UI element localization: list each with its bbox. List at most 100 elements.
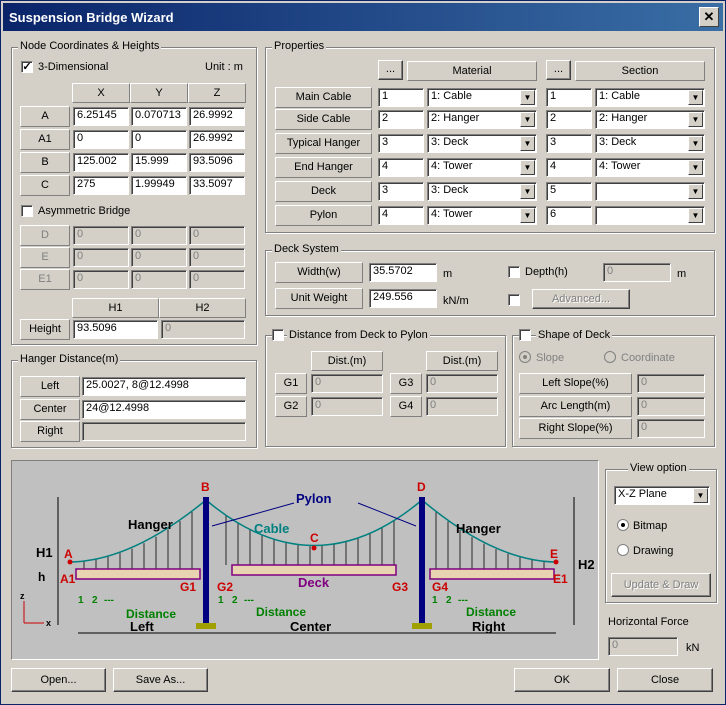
- section-browse-button[interactable]: ...: [546, 60, 571, 80]
- section-select[interactable]: 1: Cable ▼: [595, 88, 705, 107]
- hanger-left-field[interactable]: 25.0027, 8@12.4998: [82, 377, 246, 396]
- d-z-field[interactable]: 0: [189, 226, 245, 245]
- material-number-field[interactable]: 4: [378, 206, 424, 225]
- c-z-field[interactable]: 33.5097: [189, 176, 245, 195]
- asymmetric-checkbox[interactable]: [21, 205, 33, 217]
- e1-z-field[interactable]: 0: [189, 270, 245, 289]
- section-number-field[interactable]: 3: [546, 134, 592, 153]
- g2-field[interactable]: 0: [311, 397, 383, 416]
- chevron-down-icon[interactable]: ▼: [688, 136, 703, 151]
- a1-x-field[interactable]: 0: [73, 130, 129, 149]
- b-z-field[interactable]: 93.5096: [189, 153, 245, 172]
- d-x-field[interactable]: 0: [73, 226, 129, 245]
- section-select[interactable]: ▼: [595, 206, 705, 225]
- g3-field[interactable]: 0: [426, 374, 498, 393]
- section-number-field[interactable]: 2: [546, 110, 592, 129]
- e1-y-field[interactable]: 0: [131, 270, 187, 289]
- close-button[interactable]: Close: [617, 668, 713, 692]
- material-select[interactable]: 3: Deck ▼: [427, 134, 537, 153]
- a-x-field[interactable]: 6.25145: [73, 107, 129, 126]
- right-slope-field[interactable]: 0: [637, 419, 705, 438]
- e-y-field[interactable]: 0: [131, 248, 187, 267]
- width-field[interactable]: 35.5702: [369, 263, 437, 282]
- section-select[interactable]: 4: Tower ▼: [595, 158, 705, 177]
- g4-field[interactable]: 0: [426, 397, 498, 416]
- material-value: 3: Deck: [431, 136, 469, 148]
- shape-checkbox[interactable]: [519, 329, 531, 341]
- save-as-button[interactable]: Save As...: [113, 668, 208, 692]
- chevron-down-icon[interactable]: ▼: [520, 90, 535, 105]
- chevron-down-icon[interactable]: ▼: [693, 488, 708, 503]
- b-y-field[interactable]: 15.999: [131, 153, 187, 172]
- material-select[interactable]: 1: Cable ▼: [427, 88, 537, 107]
- left-slope-field[interactable]: 0: [637, 374, 705, 393]
- h1-field[interactable]: 93.5096: [73, 320, 158, 339]
- label-right-2: 2: [446, 595, 452, 606]
- chevron-down-icon[interactable]: ▼: [688, 90, 703, 105]
- chevron-down-icon[interactable]: ▼: [520, 208, 535, 223]
- material-select[interactable]: 4: Tower ▼: [427, 206, 537, 225]
- distance-checkbox[interactable]: [272, 329, 284, 341]
- c-y-field[interactable]: 1.99949: [131, 176, 187, 195]
- section-select[interactable]: 2: Hanger ▼: [595, 110, 705, 129]
- arc-length-field[interactable]: 0: [637, 397, 705, 416]
- e1-x-field[interactable]: 0: [73, 270, 129, 289]
- b-x-field[interactable]: 125.002: [73, 153, 129, 172]
- section-number-field[interactable]: 4: [546, 158, 592, 177]
- material-number-field[interactable]: 4: [378, 158, 424, 177]
- chevron-down-icon[interactable]: ▼: [688, 184, 703, 199]
- section-select[interactable]: 3: Deck ▼: [595, 134, 705, 153]
- h2-field[interactable]: 0: [161, 320, 245, 339]
- material-number-field[interactable]: 1: [378, 88, 424, 107]
- section-number-field[interactable]: 1: [546, 88, 592, 107]
- material-browse-button[interactable]: ...: [378, 60, 403, 80]
- chevron-down-icon[interactable]: ▼: [520, 160, 535, 175]
- d-y-field[interactable]: 0: [131, 226, 187, 245]
- ok-button[interactable]: OK: [514, 668, 610, 692]
- material-select[interactable]: 3: Deck ▼: [427, 182, 537, 201]
- material-number-field[interactable]: 2: [378, 110, 424, 129]
- hanger-right-field[interactable]: [82, 422, 246, 441]
- coordinate-radio[interactable]: [604, 351, 616, 363]
- chevron-down-icon[interactable]: ▼: [688, 112, 703, 127]
- material-value: 4: Tower: [431, 160, 473, 172]
- material-select[interactable]: 4: Tower ▼: [427, 158, 537, 177]
- open-button[interactable]: Open...: [11, 668, 106, 692]
- e-x-field[interactable]: 0: [73, 248, 129, 267]
- hanger-center-field[interactable]: 24@12.4998: [82, 400, 246, 419]
- depth-field[interactable]: 0: [603, 263, 671, 282]
- chevron-down-icon[interactable]: ▼: [520, 112, 535, 127]
- chevron-down-icon[interactable]: ▼: [688, 160, 703, 175]
- advanced-checkbox[interactable]: [508, 294, 520, 306]
- material-header: Material: [407, 61, 537, 81]
- chevron-down-icon[interactable]: ▼: [688, 208, 703, 223]
- close-icon[interactable]: ✕: [699, 7, 719, 27]
- chevron-down-icon[interactable]: ▼: [520, 184, 535, 199]
- chevron-down-icon[interactable]: ▼: [520, 136, 535, 151]
- depth-unit: m: [677, 268, 687, 280]
- a1-y-field[interactable]: 0: [131, 130, 187, 149]
- update-draw-button[interactable]: Update & Draw: [611, 573, 711, 597]
- material-select[interactable]: 2: Hanger ▼: [427, 110, 537, 129]
- a1-z-field[interactable]: 26.9992: [189, 130, 245, 149]
- advanced-button[interactable]: Advanced...: [532, 289, 630, 309]
- c-x-field[interactable]: 275: [73, 176, 129, 195]
- unit-weight-field[interactable]: 249.556: [369, 289, 437, 308]
- a-z-field[interactable]: 26.9992: [189, 107, 245, 126]
- horizontal-force-field[interactable]: 0: [608, 637, 678, 656]
- material-number-field[interactable]: 3: [378, 182, 424, 201]
- material-number-field[interactable]: 3: [378, 134, 424, 153]
- slope-radio[interactable]: [519, 351, 531, 363]
- e-z-field[interactable]: 0: [189, 248, 245, 267]
- a-y-field[interactable]: 0.070713: [131, 107, 187, 126]
- plane-value: X-Z Plane: [618, 488, 667, 500]
- depth-checkbox[interactable]: [508, 266, 520, 278]
- section-select[interactable]: ▼: [595, 182, 705, 201]
- g1-field[interactable]: 0: [311, 374, 383, 393]
- section-number-field[interactable]: 5: [546, 182, 592, 201]
- plane-select[interactable]: X-Z Plane ▼: [614, 486, 710, 505]
- bitmap-radio[interactable]: [617, 519, 629, 531]
- drawing-radio[interactable]: [617, 544, 629, 556]
- three-dimensional-checkbox[interactable]: ✓: [21, 61, 33, 73]
- section-number-field[interactable]: 6: [546, 206, 592, 225]
